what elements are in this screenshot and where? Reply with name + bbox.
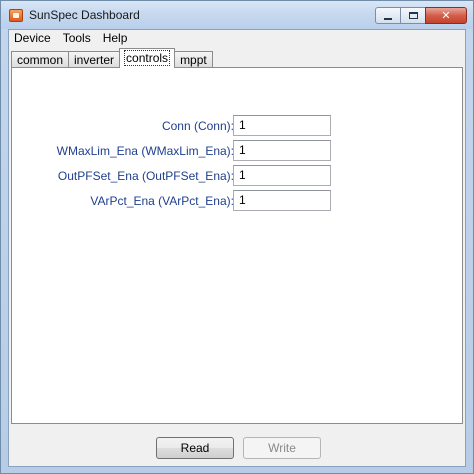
minimize-button[interactable]: [375, 7, 401, 24]
outpfset-ena-input[interactable]: 1: [233, 165, 331, 186]
field-row-varpct-ena: VArPct_Ena (VArPct_Ena): 1: [12, 190, 342, 212]
wmaxlim-ena-input[interactable]: 1: [233, 140, 331, 161]
outpfset-ena-label: OutPFSet_Ena (OutPFSet_Ena):: [57, 169, 234, 183]
tab-common[interactable]: common: [11, 51, 70, 68]
tab-strip: common inverter controls mppt: [11, 48, 213, 68]
title-bar[interactable]: SunSpec Dashboard ✕: [1, 1, 473, 29]
window-title: SunSpec Dashboard: [29, 8, 140, 22]
app-window: SunSpec Dashboard ✕ Device Tools Help co…: [0, 0, 474, 474]
field-row-outpfset-ena: OutPFSet_Ena (OutPFSet_Ena): 1: [12, 165, 342, 187]
close-button[interactable]: ✕: [425, 7, 467, 24]
maximize-icon: [408, 12, 418, 19]
menu-tools[interactable]: Tools: [57, 30, 97, 47]
conn-label: Conn (Conn):: [161, 119, 234, 133]
menu-bar: Device Tools Help: [9, 30, 465, 47]
tab-inverter[interactable]: inverter: [68, 51, 121, 68]
conn-input[interactable]: 1: [233, 115, 331, 136]
varpct-ena-label: VArPct_Ena (VArPct_Ena):: [90, 194, 234, 208]
client-area: Device Tools Help common inverter contro…: [8, 29, 466, 467]
window-controls: ✕: [375, 7, 467, 25]
menu-help[interactable]: Help: [97, 30, 134, 47]
write-button[interactable]: Write: [243, 437, 321, 459]
varpct-ena-input[interactable]: 1: [233, 190, 331, 211]
menu-device[interactable]: Device: [9, 30, 57, 47]
close-icon: ✕: [441, 10, 451, 22]
controls-panel: Conn (Conn): 1 WMaxLim_Ena (WMaxLim_Ena)…: [11, 67, 463, 424]
button-bar: Read Write: [9, 425, 465, 466]
minimize-icon: [384, 17, 392, 20]
maximize-button[interactable]: [400, 7, 426, 24]
tab-controls-label: controls: [124, 50, 171, 66]
app-icon[interactable]: [9, 9, 23, 22]
tab-mppt-label: mppt: [180, 53, 207, 67]
tab-mppt[interactable]: mppt: [174, 51, 213, 68]
tab-inverter-label: inverter: [74, 53, 115, 67]
field-row-wmaxlim-ena: WMaxLim_Ena (WMaxLim_Ena): 1: [12, 140, 342, 162]
read-button[interactable]: Read: [156, 437, 234, 459]
wmaxlim-ena-label: WMaxLim_Ena (WMaxLim_Ena):: [56, 144, 234, 158]
tab-controls[interactable]: controls: [119, 48, 176, 68]
field-row-conn: Conn (Conn): 1: [12, 115, 342, 137]
tab-common-label: common: [17, 53, 64, 67]
